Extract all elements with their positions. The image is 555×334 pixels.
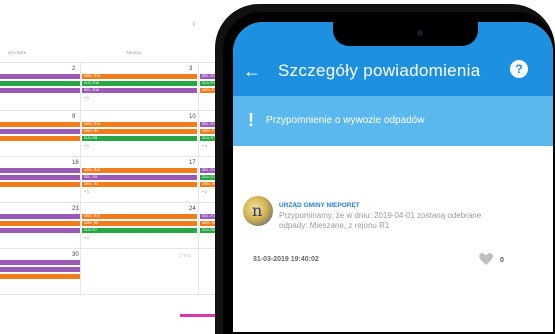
calendar-event[interactable] xyxy=(0,274,80,279)
day-number: 3 xyxy=(189,66,193,72)
divider xyxy=(0,156,240,157)
calendar-event[interactable]: ZLN, R7 xyxy=(82,228,197,233)
banner-title: Przypomnienie o wywozie odpadów xyxy=(266,115,425,126)
chevron-left-icon[interactable]: ‹ xyxy=(192,18,196,30)
day-number: 24 xyxy=(189,206,196,212)
more-events-link[interactable]: + 1 xyxy=(202,144,207,148)
calendar-event[interactable] xyxy=(0,136,80,141)
day-number: 9 xyxy=(72,114,76,120)
calendar-event[interactable] xyxy=(0,267,80,272)
message-sender[interactable]: URZĄD GMINY NIEPORĘT xyxy=(279,202,360,209)
calendar-event[interactable] xyxy=(0,214,80,219)
calendar-event[interactable]: MSN, R15 xyxy=(82,122,197,127)
day-number: 2 xyxy=(72,66,76,72)
help-icon[interactable]: ? xyxy=(510,60,528,78)
arrow-left-icon[interactable]: ← xyxy=(243,62,261,80)
divider xyxy=(0,62,240,63)
phone-bezel: ← Szczegóły powiadomienia ? ! Przypomnie… xyxy=(223,12,555,334)
page-title: Szczegóły powiadomienia xyxy=(278,61,481,80)
more-events-link[interactable]: + 1 xyxy=(84,190,89,194)
calendar-event[interactable]: MSN, R8 xyxy=(82,221,197,226)
calendar-event[interactable]: MSN, R9 xyxy=(82,129,197,134)
divider xyxy=(0,202,240,203)
calendar-event[interactable] xyxy=(0,221,80,226)
more-events-link[interactable]: + 1 xyxy=(84,144,89,148)
calendar-event[interactable] xyxy=(0,182,80,187)
heart-icon[interactable] xyxy=(479,253,493,265)
message-body: Przypominamy, że w dniu: 2019-04-01 zost… xyxy=(279,211,482,230)
divider xyxy=(0,110,240,111)
more-events-link[interactable]: + 1 xyxy=(84,96,89,100)
calendar-event[interactable]: SEL, R9 xyxy=(82,175,197,180)
calendar-event[interactable]: ZLN, R15 xyxy=(82,81,197,86)
calendar-event[interactable] xyxy=(0,175,80,180)
phone-screen: ← Szczegóły powiadomienia ? ! Przypomnie… xyxy=(233,22,553,332)
divider xyxy=(198,62,199,294)
calendar-event[interactable] xyxy=(0,122,80,127)
calendar-event[interactable] xyxy=(0,81,80,86)
day-header-wednesday: ŚRODA xyxy=(126,50,142,55)
calendar-event[interactable] xyxy=(0,74,80,79)
calendar-event[interactable]: MSN, R15 xyxy=(82,168,197,173)
more-events-link[interactable]: + 2 xyxy=(202,190,207,194)
more-events-link[interactable]: + 1 xyxy=(84,236,89,240)
day-number: 16 xyxy=(72,160,79,166)
day-number: 17 xyxy=(189,160,196,166)
divider xyxy=(80,62,81,294)
calendar-event[interactable] xyxy=(0,88,80,93)
calendar-event[interactable]: ZLN, R8 xyxy=(82,136,197,141)
calendar-event[interactable] xyxy=(0,168,80,173)
calendar-event[interactable] xyxy=(0,129,80,134)
phone-frame: ← Szczegóły powiadomienia ? ! Przypomnie… xyxy=(215,4,555,334)
camera-icon xyxy=(417,30,423,36)
day-number: 23 xyxy=(72,206,79,212)
notification-banner: ! Przypomnienie o wywozie odpadów xyxy=(233,96,553,146)
day-number-next-month: 1 maj xyxy=(178,253,191,259)
phone-notch xyxy=(333,22,478,46)
like-count: 0 xyxy=(500,257,504,264)
logo-mark: n xyxy=(252,201,263,220)
calendar-event[interactable]: MSN, R4 xyxy=(82,182,197,187)
calendar-view: ‹ WTOREK ŚRODA 2 3 MSN, R15 ZLN, R15 SEL, R1… xyxy=(0,0,240,320)
message-date: 31-03-2019 19:40:02 xyxy=(253,256,319,263)
divider xyxy=(0,248,240,249)
day-number: 10 xyxy=(189,114,196,120)
calendar-event[interactable]: MSN, R15 xyxy=(82,74,197,79)
calendar-event[interactable]: MSN, R15 xyxy=(82,214,197,219)
calendar-event[interactable] xyxy=(0,260,80,265)
divider xyxy=(0,294,240,295)
exclamation-icon: ! xyxy=(248,110,254,130)
calendar-event[interactable]: SEL, R15 xyxy=(82,88,197,93)
calendar-event[interactable] xyxy=(0,228,80,233)
day-number: 30 xyxy=(72,252,79,258)
day-header-tuesday: WTOREK xyxy=(8,50,27,55)
municipality-logo: n xyxy=(243,196,273,226)
message-card: n URZĄD GMINY NIEPORĘT Przypominamy, że … xyxy=(233,146,553,332)
